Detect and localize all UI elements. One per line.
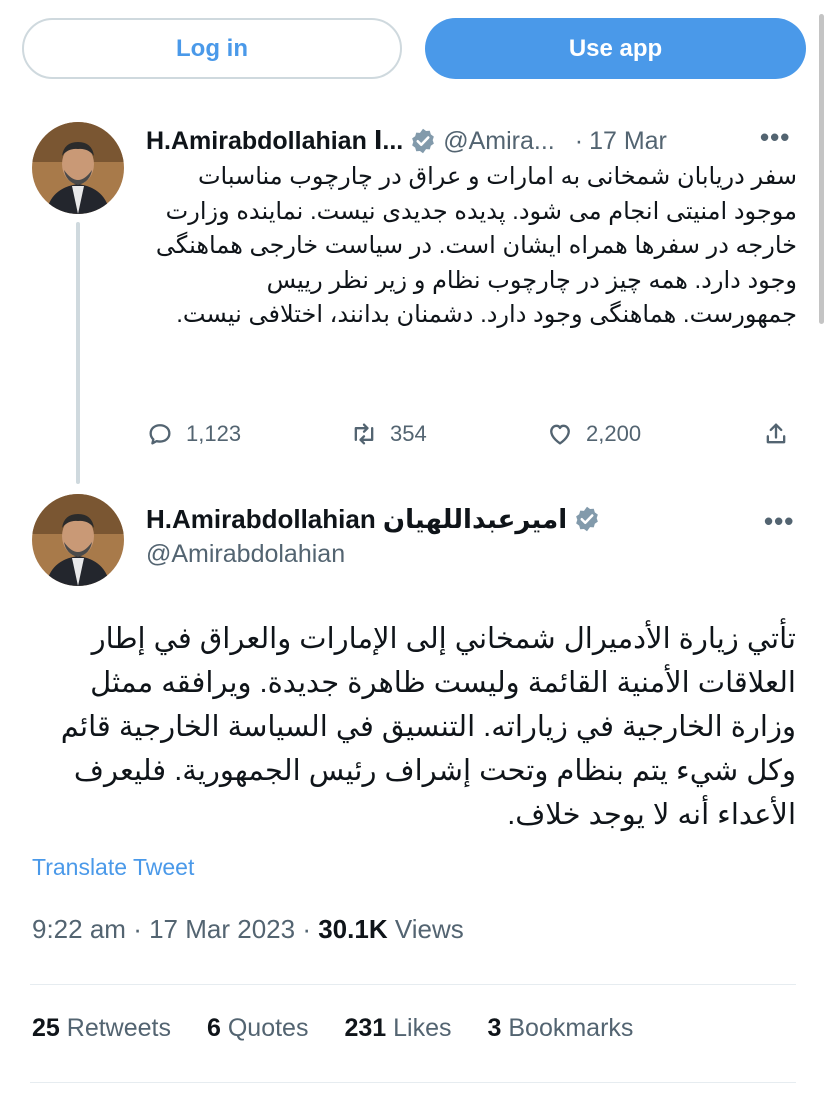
tweet1-author-name[interactable]: H.Amirabdollahian ا... (146, 126, 403, 156)
login-button[interactable]: Log in (22, 18, 402, 79)
retweets-stat-count: 25 (32, 1014, 60, 1042)
avatar[interactable] (32, 494, 124, 586)
verified-badge-icon (576, 506, 598, 532)
verified-badge-icon (412, 128, 435, 154)
reply-count: 1,123 (186, 421, 242, 446)
reply-icon (149, 424, 171, 445)
tweet-time[interactable]: 9:22 am (32, 914, 126, 944)
tweet1-handle[interactable]: @Amira... (443, 127, 555, 156)
views-label: Views (394, 914, 464, 944)
share-button[interactable] (762, 412, 790, 456)
likes-stat[interactable]: 231 Likes (344, 1014, 451, 1054)
tweet1-header: H.Amirabdollahian ا... @Amira... · 17 Ma… (146, 123, 667, 159)
divider (30, 984, 796, 985)
retweet-icon (354, 423, 374, 445)
retweets-stat-label: Retweets (66, 1014, 171, 1042)
separator-dot: · (133, 914, 142, 944)
bookmarks-stat-label: Bookmarks (508, 1014, 634, 1042)
retweet-count: 354 (390, 421, 427, 446)
quotes-stat-label: Quotes (227, 1014, 309, 1042)
top-bar: Log in Use app (0, 0, 828, 100)
separator-dot: · (302, 914, 311, 944)
views-count: 30.1K (318, 914, 388, 944)
quotes-stat-count: 6 (206, 1014, 221, 1042)
engagement-stats: 25 Retweets 6 Quotes 231 Likes 3 Bookmar… (32, 1014, 633, 1054)
tweet1-text: سفر دریابان شمخانی به امارات و عراق در چ… (155, 163, 797, 328)
bookmarks-stat-count: 3 (487, 1014, 502, 1042)
separator-dot: · (574, 126, 584, 155)
likes-stat-label: Likes (393, 1014, 452, 1042)
tweet-full-date[interactable]: 17 Mar 2023 (149, 914, 295, 944)
avatar[interactable] (32, 122, 124, 214)
likes-stat-count: 231 (344, 1014, 387, 1042)
tweet2-text: تأتي زيارة الأدميرال شمخاني إلى الإمارات… (60, 623, 796, 831)
retweets-stat[interactable]: 25 Retweets (32, 1014, 171, 1054)
divider (30, 1082, 796, 1083)
tweet2-header: H.Amirabdollahian اميرعبداللهيان (146, 500, 601, 538)
tweet-metadata: 9:22 am · 17 Mar 2023 · 30.1K Views (32, 914, 464, 945)
retweet-button[interactable]: 354 (350, 412, 427, 456)
thread-line (76, 222, 80, 484)
tweet1-actions: 1,123 354 2,200 (146, 412, 806, 456)
tweet1-date[interactable]: 17 Mar (589, 127, 667, 156)
scrollbar[interactable] (819, 14, 824, 324)
like-button[interactable]: 2,200 (546, 412, 641, 456)
tweet2-author-name[interactable]: H.Amirabdollahian اميرعبداللهيان (146, 504, 567, 535)
translate-tweet-link[interactable]: Translate Tweet (32, 854, 194, 881)
reply-button[interactable]: 1,123 (146, 412, 241, 456)
like-count: 2,200 (586, 421, 642, 446)
bookmarks-stat[interactable]: 3 Bookmarks (488, 1014, 634, 1054)
tweet2-handle[interactable]: @Amirabdolahian (146, 540, 345, 569)
heart-icon (550, 424, 570, 445)
share-icon (766, 423, 786, 444)
use-app-button[interactable]: Use app (425, 18, 806, 79)
more-options-icon[interactable]: ••• (760, 122, 790, 153)
quotes-stat[interactable]: 6 Quotes (207, 1014, 308, 1054)
more-options-icon[interactable]: ••• (764, 506, 794, 537)
